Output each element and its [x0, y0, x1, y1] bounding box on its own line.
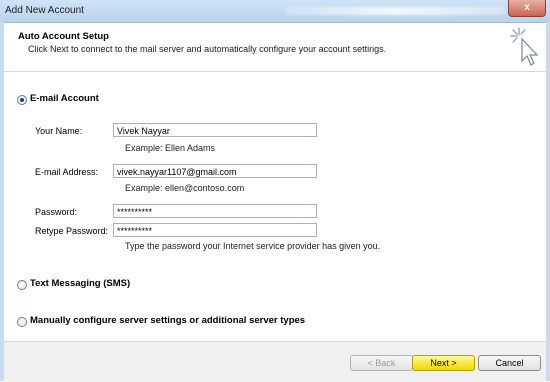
- window-frame-right: [546, 22, 550, 381]
- email-address-label: E-mail Address:: [35, 167, 99, 177]
- blurred-title-info: [285, 7, 505, 15]
- email-address-example: Example: ellen@contoso.com: [125, 183, 245, 193]
- next-button[interactable]: Next >: [412, 355, 475, 371]
- retype-password-field[interactable]: **********: [113, 223, 317, 237]
- wizard-header: Auto Account Setup Click Next to connect…: [4, 23, 546, 72]
- title-bar: Add New Account x: [0, 0, 550, 23]
- window-title: Add New Account: [5, 5, 84, 16]
- email-account-radio[interactable]: [17, 95, 27, 105]
- your-name-label: Your Name:: [35, 126, 83, 136]
- close-button[interactable]: x: [508, 0, 546, 17]
- your-name-field[interactable]: Vivek Nayyar: [113, 123, 317, 137]
- header-description: Click Next to connect to the mail server…: [28, 44, 387, 54]
- your-name-example: Example: Ellen Adams: [125, 143, 216, 153]
- wizard-content: E-mail Account Your Name: Vivek Nayyar E…: [4, 72, 546, 340]
- cancel-button[interactable]: Cancel: [478, 355, 541, 371]
- text-messaging-label[interactable]: Text Messaging (SMS): [30, 278, 130, 289]
- email-address-field[interactable]: vivek.nayyar1107@gmail.com: [113, 164, 317, 178]
- manual-config-radio[interactable]: [17, 317, 27, 327]
- manual-config-label[interactable]: Manually configure server settings or ad…: [30, 315, 305, 326]
- email-account-label[interactable]: E-mail Account: [30, 93, 99, 104]
- password-hint: Type the password your Internet service …: [125, 241, 381, 251]
- password-label: Password:: [35, 207, 78, 217]
- text-messaging-radio[interactable]: [17, 280, 27, 290]
- header-title: Auto Account Setup: [18, 31, 109, 42]
- back-button[interactable]: < Back: [350, 355, 413, 371]
- retype-password-label: Retype Password:: [35, 226, 109, 236]
- wizard-footer: < Back Next > Cancel: [4, 341, 546, 382]
- password-field[interactable]: **********: [113, 204, 317, 218]
- cursor-sparkle-icon: [510, 27, 539, 66]
